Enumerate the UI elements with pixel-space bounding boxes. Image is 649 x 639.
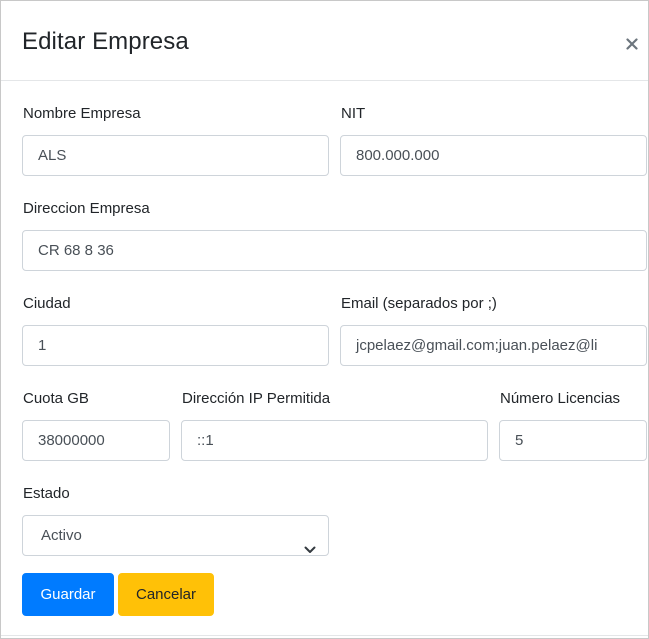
- cuota-gb-input[interactable]: 38000000: [22, 420, 170, 461]
- estado-select[interactable]: Activo: [22, 515, 329, 556]
- nombre-empresa-input[interactable]: ALS: [22, 135, 329, 176]
- nombre-empresa-label: Nombre Empresa: [23, 105, 141, 122]
- ciudad-input[interactable]: 1: [22, 325, 329, 366]
- direccion-empresa-input[interactable]: CR 68 8 36: [22, 230, 647, 271]
- cancel-button[interactable]: Cancelar: [118, 573, 214, 616]
- email-label: Email (separados por ;): [341, 295, 497, 312]
- save-button[interactable]: Guardar: [22, 573, 114, 616]
- cuota-gb-label: Cuota GB: [23, 390, 89, 407]
- numero-licencias-input[interactable]: 5: [499, 420, 647, 461]
- ip-permitida-input[interactable]: ::1: [181, 420, 488, 461]
- edit-company-modal: Editar Empresa Nombre Empresa ALS NIT 80…: [0, 0, 649, 639]
- chevron-down-icon: [304, 531, 316, 570]
- email-input[interactable]: jcpelaez@gmail.com;juan.pelaez@li: [340, 325, 647, 366]
- direccion-empresa-label: Direccion Empresa: [23, 200, 150, 217]
- estado-selected-value: Activo: [41, 527, 82, 544]
- nit-label: NIT: [341, 105, 366, 122]
- numero-licencias-label: Número Licencias: [500, 390, 621, 407]
- close-button[interactable]: [620, 32, 644, 56]
- estado-label: Estado: [23, 485, 70, 502]
- modal-footer-divider: [1, 635, 648, 636]
- ciudad-label: Ciudad: [23, 295, 71, 312]
- close-icon: [620, 32, 644, 56]
- modal-title: Editar Empresa: [22, 28, 189, 55]
- nit-input[interactable]: 800.000.000: [340, 135, 647, 176]
- modal-header: Editar Empresa: [1, 1, 648, 81]
- ip-permitida-label: Dirección IP Permitida: [182, 390, 331, 407]
